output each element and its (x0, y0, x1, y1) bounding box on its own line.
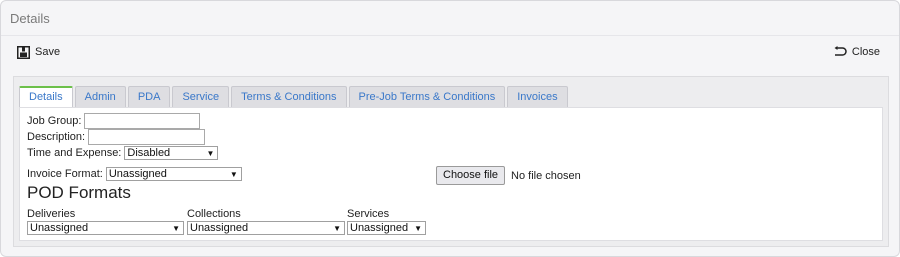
description-label: Description: (27, 131, 86, 143)
time-expense-label: Time and Expense: (27, 147, 122, 159)
invoice-format-select[interactable]: Unassigned ▼ (105, 167, 242, 181)
tab-terms-conditions[interactable]: Terms & Conditions (231, 86, 347, 107)
undo-arrow-icon (833, 46, 847, 58)
chevron-down-icon: ▼ (414, 224, 422, 233)
chevron-down-icon: ▼ (333, 224, 341, 233)
choose-file-button[interactable]: Choose file (436, 166, 506, 185)
collections-value: Unassigned (190, 222, 249, 234)
deliveries-group: Deliveries Unassigned ▼ (27, 208, 184, 235)
save-button[interactable]: Save (17, 44, 60, 60)
tab-admin[interactable]: Admin (74, 86, 126, 107)
services-label: Services (347, 208, 390, 220)
job-group-label: Job Group: (27, 115, 82, 127)
tab-invoices[interactable]: Invoices (507, 86, 568, 107)
close-button[interactable]: Close (833, 44, 880, 60)
collections-label: Collections (187, 208, 241, 220)
description-input[interactable] (88, 129, 206, 145)
save-icon (17, 45, 30, 59)
chevron-down-icon: ▼ (172, 224, 180, 233)
deliveries-value: Unassigned (30, 222, 89, 234)
chevron-down-icon: ▼ (206, 149, 215, 158)
invoice-format-row: Invoice Format: Unassigned ▼ (27, 167, 242, 181)
deliveries-select[interactable]: Unassigned ▼ (27, 221, 184, 235)
invoice-format-label: Invoice Format: (27, 168, 103, 180)
details-dialog: Details Save Close Details Admin PDA Ser… (0, 0, 900, 257)
save-label: Save (35, 46, 61, 58)
chevron-down-icon: ▼ (229, 170, 238, 179)
tab-details[interactable]: Details (19, 86, 73, 107)
collections-select[interactable]: Unassigned ▼ (187, 221, 345, 235)
collections-group: Collections Unassigned ▼ (187, 208, 345, 235)
file-status: No file chosen (511, 169, 581, 182)
job-group-input[interactable] (84, 113, 201, 129)
tab-bar: Details Admin PDA Service Terms & Condit… (19, 86, 568, 107)
file-upload: Choose file No file chosen (436, 166, 581, 185)
time-expense-value: Disabled (127, 147, 171, 159)
time-expense-row: Time and Expense: Disabled ▼ (27, 146, 219, 160)
close-label: Close (851, 46, 880, 58)
details-panel: Details Admin PDA Service Terms & Condit… (13, 76, 889, 247)
deliveries-label: Deliveries (27, 208, 76, 220)
services-select[interactable]: Unassigned ▼ (347, 221, 426, 235)
time-expense-select[interactable]: Disabled ▼ (124, 146, 219, 160)
tab-content: Job Group: Description: Time and Expense… (19, 107, 883, 241)
tab-pre-job-terms-conditions[interactable]: Pre-Job Terms & Conditions (348, 86, 506, 107)
title-divider (1, 35, 899, 36)
tab-service[interactable]: Service (172, 86, 230, 107)
dialog-title: Details (10, 11, 50, 26)
job-group-row: Job Group: (27, 113, 201, 129)
tab-pda[interactable]: PDA (127, 86, 171, 107)
services-value: Unassigned (350, 222, 409, 234)
pod-formats-heading: POD Formats (27, 183, 131, 202)
invoice-format-value: Unassigned (108, 168, 167, 180)
services-group: Services Unassigned ▼ (347, 208, 426, 235)
description-row: Description: (27, 129, 206, 145)
